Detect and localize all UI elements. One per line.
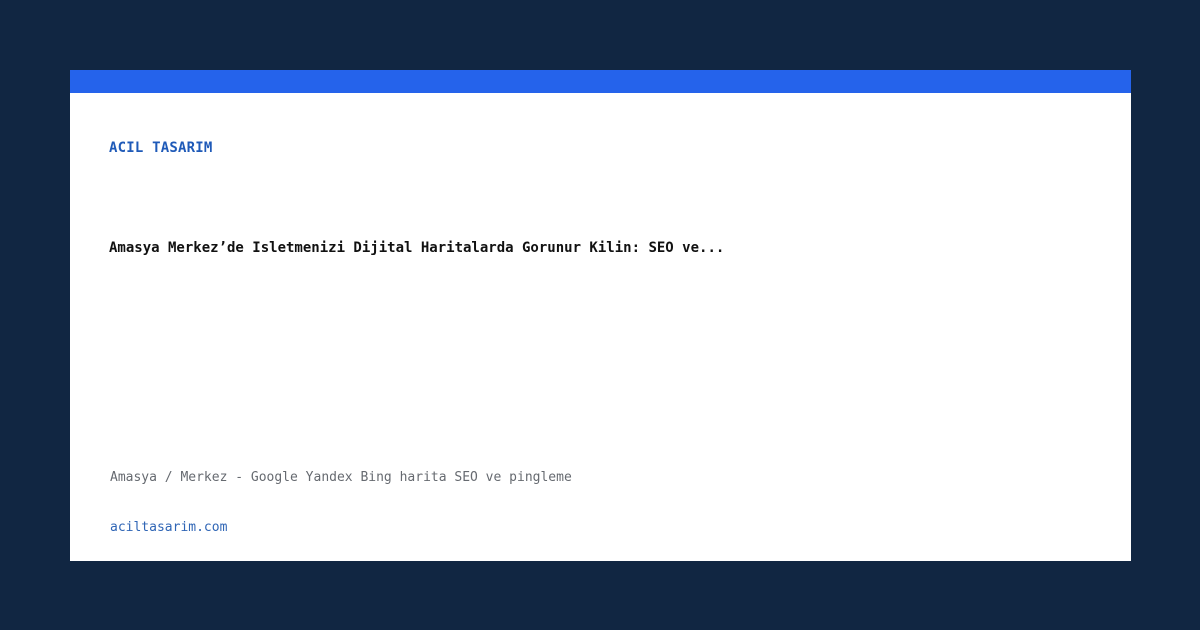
brand-name: ACIL TASARIM (109, 140, 213, 156)
share-card: ACIL TASARIM Amasya Merkez’de Isletmeniz… (70, 70, 1131, 561)
location-text: Amasya / Merkez - Google Yandex Bing har… (110, 470, 572, 485)
headline: Amasya Merkez’de Isletmenizi Dijital Har… (109, 240, 725, 256)
domain-link[interactable]: aciltasarim.com (110, 520, 227, 535)
accent-bar (70, 70, 1131, 93)
